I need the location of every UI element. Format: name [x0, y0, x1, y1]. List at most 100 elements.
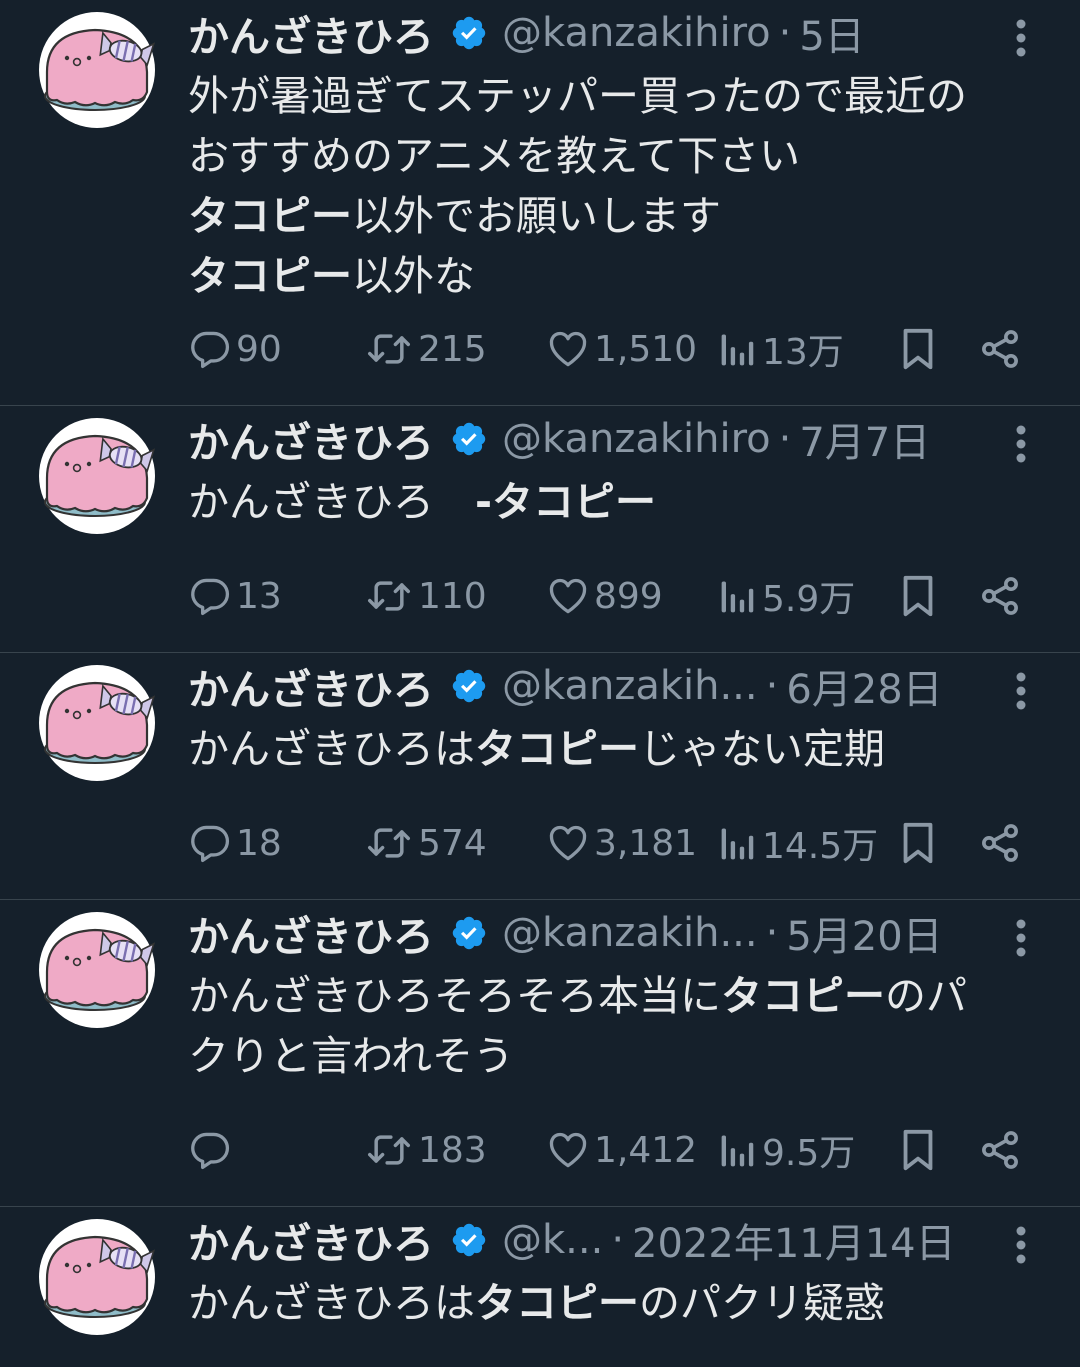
- tweet[interactable]: かんざきひろ @kanzakihiro · 7月7日 かんざきひろ -タコピー 13 110…: [0, 406, 1080, 653]
- more-options-icon[interactable]: [1006, 671, 1036, 711]
- display-name[interactable]: かんざきひろ: [188, 3, 434, 63]
- like-button[interactable]: 899: [546, 572, 663, 620]
- tweet-text-segment: のパ: [885, 972, 967, 1020]
- separator-dot: ·: [765, 663, 779, 709]
- share-icon: [978, 821, 1022, 865]
- action-count: 1,510: [594, 328, 698, 370]
- views-button[interactable]: 13万: [718, 325, 844, 373]
- avatar[interactable]: [37, 663, 157, 783]
- tweet-body: かんざきひろ @kanzakih... · 5月20日 かんざきひろそろそろ本当にタコピ…: [188, 908, 1030, 1086]
- tweet-text-segment: かんざきひろは: [188, 1279, 475, 1327]
- action-count: 18: [236, 822, 282, 864]
- avatar[interactable]: [37, 10, 157, 130]
- bookmark-button[interactable]: [898, 572, 938, 620]
- tweet-date[interactable]: 5月20日: [786, 904, 942, 962]
- tweet-text-line: 外が暑過ぎてステッパー買ったので最近の: [188, 66, 1030, 126]
- action-count: 14.5万: [762, 826, 879, 867]
- views-button[interactable]: 14.5万: [718, 819, 878, 867]
- like-button[interactable]: 1,412: [546, 1126, 697, 1174]
- like-button[interactable]: 1,510: [546, 325, 697, 373]
- tweet-text: 外が暑過ぎてステッパー買ったので最近の おすすめのアニメを教えて下さいタコピー以外…: [188, 66, 1030, 306]
- retweet-icon: [364, 1128, 414, 1172]
- tweet-date[interactable]: 2022年11月14日: [632, 1211, 956, 1269]
- tweet-text-line: タコピー以外でお願いします: [188, 186, 1030, 246]
- tweet-actions: 183 1,412 9.5万: [188, 1126, 1024, 1174]
- user-handle[interactable]: @kanzakih...: [502, 910, 758, 956]
- retweet-icon: [364, 574, 414, 618]
- tweet-date[interactable]: 6月28日: [786, 657, 942, 715]
- tweet-actions: 90 215 1,510 13万: [188, 325, 1024, 373]
- separator-dot: ·: [778, 10, 792, 56]
- tweet-text-segment: 以外でお願いします: [352, 192, 721, 240]
- tweet-body: かんざきひろ @kanzakih... · 6月28日 かんざきひろはタコピーじゃない定…: [188, 661, 1030, 779]
- tweet-date[interactable]: 7月7日: [799, 410, 930, 468]
- retweet-button[interactable]: 574: [364, 819, 487, 867]
- tweet[interactable]: かんざきひろ @kanzakih... · 6月28日 かんざきひろはタコピーじゃない定…: [0, 653, 1080, 900]
- views-button[interactable]: 5.9万: [718, 572, 855, 620]
- user-handle[interactable]: @kanzakihiro: [502, 10, 771, 56]
- more-options-icon[interactable]: [1006, 1225, 1036, 1265]
- bookmark-icon: [898, 573, 938, 619]
- more-options-icon[interactable]: [1006, 18, 1036, 58]
- retweet-button[interactable]: 215: [364, 325, 487, 373]
- user-handle[interactable]: @kanzakihiro: [502, 416, 771, 462]
- tweet-text-segment: じゃない定期: [639, 725, 885, 773]
- reply-button[interactable]: [188, 1126, 236, 1174]
- bookmark-icon: [898, 326, 938, 372]
- avatar[interactable]: [37, 910, 157, 1030]
- tweet-actions: 13 110 899 5.9万: [188, 572, 1024, 620]
- avatar[interactable]: [37, 416, 157, 536]
- heart-icon: [546, 327, 590, 371]
- tweet-header: かんざきひろ @kanzakihiro · 7月7日: [188, 414, 1030, 467]
- reply-icon: [188, 1128, 232, 1172]
- tweet-text-segment: -タコピー: [475, 478, 657, 526]
- reply-button[interactable]: 18: [188, 819, 282, 867]
- retweet-button[interactable]: 110: [364, 572, 487, 620]
- tweet[interactable]: かんざきひろ @kanzakih... · 5月20日 かんざきひろそろそろ本当にタコピ…: [0, 900, 1080, 1207]
- user-handle[interactable]: @k...: [502, 1217, 603, 1263]
- tweet[interactable]: かんざきひろ @k... · 2022年11月14日 かんざきひろはタコピーのパクリ疑惑: [0, 1207, 1080, 1367]
- share-button[interactable]: [978, 1126, 1022, 1174]
- reply-button[interactable]: 13: [188, 572, 282, 620]
- action-count: 5.9万: [762, 579, 856, 620]
- separator-dot: ·: [765, 910, 779, 956]
- avatar[interactable]: [37, 1217, 157, 1337]
- retweet-button[interactable]: 183: [364, 1126, 487, 1174]
- more-options-icon[interactable]: [1006, 918, 1036, 958]
- separator-dot: ·: [611, 1217, 625, 1263]
- tweet-text-segment: 以外な: [352, 252, 475, 300]
- tweet-text-segment: タコピー: [721, 972, 885, 1020]
- more-options-icon[interactable]: [1006, 424, 1036, 464]
- action-count: 90: [236, 328, 282, 370]
- tweet-text-segment: 外が暑過ぎてステッパー買ったので最近の: [188, 72, 967, 120]
- verified-badge-icon: [450, 14, 488, 52]
- share-icon: [978, 327, 1022, 371]
- reply-button[interactable]: 90: [188, 325, 282, 373]
- views-chart-icon: [718, 327, 758, 371]
- tweet-header: かんざきひろ @kanzakih... · 5月20日: [188, 908, 1030, 961]
- tweet-text-segment: かんざきひろは: [188, 725, 475, 773]
- display-name[interactable]: かんざきひろ: [188, 409, 434, 469]
- bookmark-button[interactable]: [898, 819, 938, 867]
- tweet-body: かんざきひろ @k... · 2022年11月14日 かんざきひろはタコピーのパクリ疑惑: [188, 1215, 1030, 1333]
- share-icon: [978, 1128, 1022, 1172]
- display-name[interactable]: かんざきひろ: [188, 656, 434, 716]
- bookmark-button[interactable]: [898, 1126, 938, 1174]
- tweet-header: かんざきひろ @kanzakihiro · 5日: [188, 8, 1030, 61]
- user-handle[interactable]: @kanzakih...: [502, 663, 758, 709]
- like-button[interactable]: 3,181: [546, 819, 697, 867]
- tweet-text: かんざきひろはタコピーのパクリ疑惑: [188, 1273, 1030, 1333]
- display-name[interactable]: かんざきひろ: [188, 903, 434, 963]
- share-button[interactable]: [978, 325, 1022, 373]
- tweet-text-segment: のパクリ疑惑: [639, 1279, 885, 1327]
- tweet-text-segment: おすすめのアニメを教えて下さい: [188, 132, 801, 180]
- share-button[interactable]: [978, 572, 1022, 620]
- display-name[interactable]: かんざきひろ: [188, 1210, 434, 1270]
- share-button[interactable]: [978, 819, 1022, 867]
- views-button[interactable]: 9.5万: [718, 1126, 855, 1174]
- bookmark-button[interactable]: [898, 325, 938, 373]
- action-count: 183: [418, 1129, 487, 1171]
- tweet[interactable]: かんざきひろ @kanzakihiro · 5日 外が暑過ぎてステッパー買ったので最近の…: [0, 0, 1080, 406]
- views-chart-icon: [718, 1128, 758, 1172]
- tweet-date[interactable]: 5日: [799, 4, 864, 62]
